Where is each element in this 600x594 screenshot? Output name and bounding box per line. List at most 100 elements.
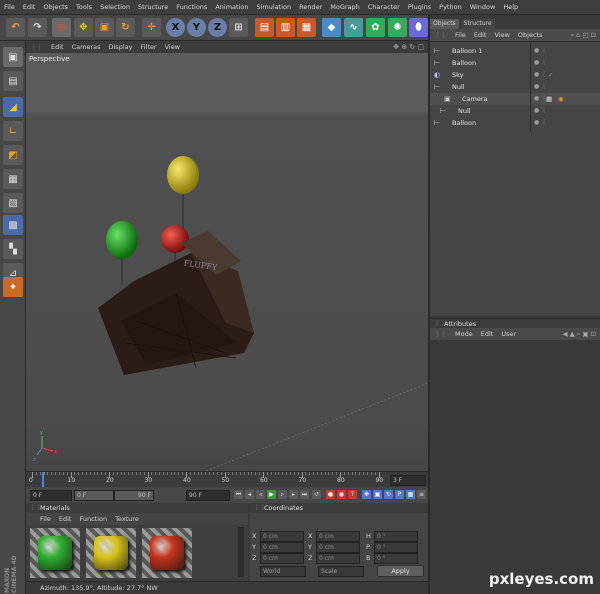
apply-button[interactable]: Apply: [377, 565, 424, 577]
goto-end-icon[interactable]: ⏭: [300, 490, 309, 499]
viewport-nav-icons[interactable]: ✥ ⊕ ↻ ▢: [389, 43, 428, 51]
move-icon[interactable]: ✥: [74, 18, 93, 37]
menu-render[interactable]: Render: [295, 3, 326, 11]
tab-structure[interactable]: Structure: [460, 19, 495, 29]
materials-menu-texture[interactable]: Texture: [111, 515, 143, 523]
keyframe-selection-icon[interactable]: ?: [348, 490, 357, 499]
object-row[interactable]: ⊢ Balloon 1 ● ⋮: [430, 45, 600, 57]
menu-file[interactable]: File: [0, 3, 19, 11]
start-frame-field[interactable]: 0 F: [30, 490, 72, 501]
min-frame-field[interactable]: 0 F: [74, 490, 114, 501]
z-axis-lock-button[interactable]: Z: [208, 18, 227, 37]
step-back-icon[interactable]: ◃: [256, 490, 265, 499]
menu-help[interactable]: Help: [499, 3, 522, 11]
coord-value-field[interactable]: 0 °: [374, 542, 418, 553]
visibility-dots-icon[interactable]: ● ⋮: [534, 45, 547, 57]
coord-value-field[interactable]: 0 cm: [260, 553, 304, 564]
coord-value-field[interactable]: 0 °: [374, 531, 418, 542]
coordinate-scale-select[interactable]: Scale: [318, 566, 364, 577]
yellow-balloon[interactable]: [167, 156, 199, 194]
coord-value-field[interactable]: 0 cm: [316, 531, 360, 542]
scale-icon[interactable]: ▣: [95, 18, 114, 37]
spline-icon[interactable]: ∿: [344, 18, 363, 37]
object-row[interactable]: ▣ Camera ● ⋮ ▦ ◉: [430, 93, 600, 105]
enabled-check-icon[interactable]: ✓: [548, 69, 553, 81]
menu-animation[interactable]: Animation: [211, 3, 252, 11]
object-menu-objects[interactable]: Objects: [514, 31, 547, 39]
prev-key-icon[interactable]: ◂: [245, 490, 254, 499]
viewport-menu-filter[interactable]: Filter: [136, 43, 160, 51]
menu-tools[interactable]: Tools: [72, 3, 96, 11]
render-settings-icon[interactable]: ▦: [297, 18, 316, 37]
undo-icon[interactable]: ↶: [6, 18, 25, 37]
object-row[interactable]: ⊢ Null ● ⋮: [430, 81, 600, 93]
tag-checker-icon[interactable]: ▦: [546, 93, 552, 105]
materials-menu-function[interactable]: Function: [75, 515, 111, 523]
deformer-icon[interactable]: ⬮: [409, 18, 428, 37]
menu-functions[interactable]: Functions: [172, 3, 211, 11]
coord-value-field[interactable]: 0 cm: [260, 531, 304, 542]
step-forward-icon[interactable]: ▹: [278, 490, 287, 499]
red-balloon[interactable]: [161, 225, 189, 253]
coordinate-mode-select[interactable]: World: [260, 566, 306, 577]
uv-polygon-icon[interactable]: ▧: [3, 193, 23, 213]
menu-edit[interactable]: Edit: [19, 3, 40, 11]
viewport-menu-view[interactable]: View: [161, 43, 184, 51]
menu-plugins[interactable]: Plugins: [404, 3, 435, 11]
visibility-dots-icon[interactable]: ● ⋮: [534, 117, 547, 129]
model-mode-icon[interactable]: ▣: [3, 47, 23, 67]
object-manager-tool-icons[interactable]: ⌕ ⌂ ◰ ⊡: [566, 31, 600, 40]
coord-value-field[interactable]: 0 cm: [316, 553, 360, 564]
polygon-mode-icon[interactable]: ◩: [3, 145, 23, 165]
timeline-ruler[interactable]: 0 10 20 30 40 50 60 70 80 90 3 F: [26, 471, 428, 488]
menu-selection[interactable]: Selection: [96, 3, 134, 11]
object-row[interactable]: ⊢ Balloon ● ⋮: [430, 117, 600, 129]
cube-primitive-icon[interactable]: ◆: [322, 18, 341, 37]
menu-objects[interactable]: Objects: [39, 3, 72, 11]
coord-value-field[interactable]: 0 cm: [260, 542, 304, 553]
object-menu-view[interactable]: View: [490, 31, 513, 39]
key-scale-icon[interactable]: ▣: [373, 490, 382, 499]
render-view-icon[interactable]: ▤: [255, 18, 274, 37]
y-axis-lock-button[interactable]: Y: [187, 18, 206, 37]
yellow-material[interactable]: [86, 528, 136, 578]
menu-character[interactable]: Character: [364, 3, 404, 11]
key-parameter-icon[interactable]: P: [395, 490, 404, 499]
materials-scrollbar[interactable]: [238, 527, 244, 577]
nurbs-icon[interactable]: ✿: [366, 18, 385, 37]
object-row[interactable]: ⊢ Null ● ⋮: [430, 105, 600, 117]
menu-simulation[interactable]: Simulation: [252, 3, 295, 11]
attributes-menu-mode[interactable]: Mode: [451, 330, 477, 338]
attributes-nav-icons[interactable]: ◀ ▲ ⌕ ▣ ⊡: [559, 330, 600, 339]
menu-mograph[interactable]: MoGraph: [326, 3, 364, 11]
texture-mode-icon[interactable]: ▩: [3, 215, 23, 235]
max-frame-field[interactable]: 90 F: [114, 490, 154, 501]
object-row[interactable]: ◐ Sky ● ⋮ ✓: [430, 69, 600, 81]
key-pla-icon[interactable]: ▦: [406, 490, 415, 499]
goto-start-icon[interactable]: ⏮: [234, 490, 243, 499]
visibility-dots-icon[interactable]: ● ⋮: [534, 69, 547, 81]
render-picture-viewer-icon[interactable]: ▥: [276, 18, 295, 37]
red-material[interactable]: [142, 528, 192, 578]
current-frame-field[interactable]: 3 F: [390, 475, 426, 486]
coord-value-field[interactable]: 0 °: [374, 553, 418, 564]
end-frame-field[interactable]: 90 F: [186, 490, 230, 501]
key-position-icon[interactable]: ✥: [362, 490, 371, 499]
autokey-icon[interactable]: ◉: [337, 490, 346, 499]
perspective-viewport[interactable]: Perspective FLUFFY y x z: [26, 53, 428, 471]
object-menu-edit[interactable]: Edit: [470, 31, 491, 39]
materials-menu-edit[interactable]: Edit: [55, 515, 76, 523]
redo-icon[interactable]: ↷: [28, 18, 47, 37]
loop-icon[interactable]: ↺: [312, 490, 321, 499]
coordinate-system-icon[interactable]: ⊞: [229, 18, 248, 37]
x-axis-lock-button[interactable]: X: [166, 18, 185, 37]
object-mode-icon[interactable]: ▤: [3, 71, 23, 91]
green-balloon[interactable]: [106, 221, 138, 259]
uv-point-icon[interactable]: ▦: [3, 169, 23, 189]
tag-target-icon[interactable]: ◉: [558, 93, 564, 105]
attributes-menu-user[interactable]: User: [497, 330, 520, 338]
timeline-playhead[interactable]: [42, 472, 44, 488]
visibility-dots-icon[interactable]: ● ⋮: [534, 105, 547, 117]
attributes-menu-edit[interactable]: Edit: [477, 330, 498, 338]
visibility-dots-icon[interactable]: ● ⋮: [534, 57, 547, 69]
